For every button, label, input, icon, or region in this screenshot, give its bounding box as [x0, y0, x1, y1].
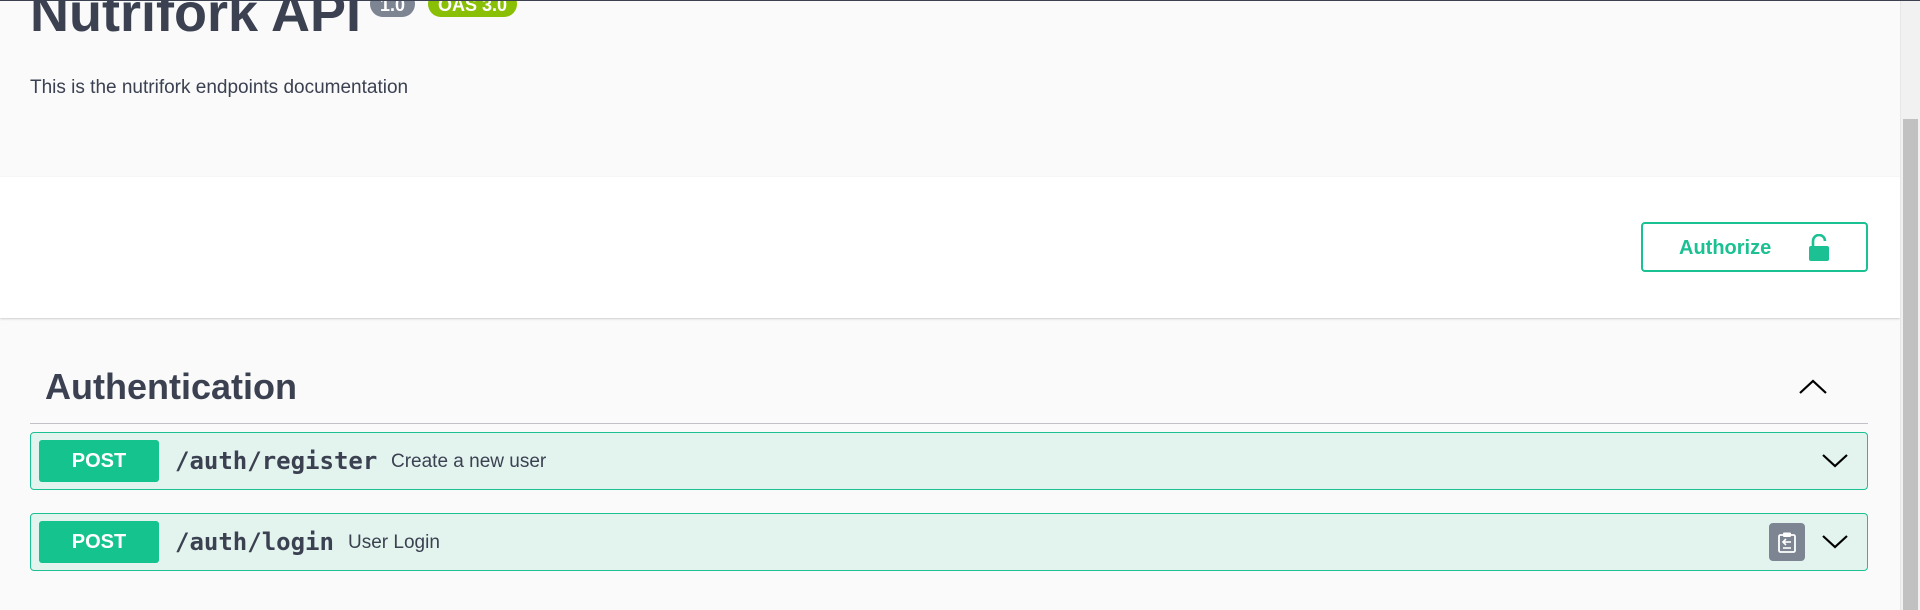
chevron-up-icon[interactable]	[1797, 371, 1829, 403]
vertical-scrollbar[interactable]	[1900, 1, 1920, 610]
api-title: Nutrifork API	[30, 1, 362, 43]
operation-summary: Create a new user	[391, 451, 547, 472]
main-content: Nutrifork API 1.0 OAS 3.0 This is the nu…	[0, 1, 1900, 610]
tag-section-authentication: Authentication	[30, 351, 1868, 424]
scrollbar-thumb[interactable]	[1903, 119, 1918, 610]
method-badge: POST	[39, 521, 159, 563]
operation-summary: User Login	[348, 532, 440, 553]
chevron-down-icon[interactable]	[1820, 527, 1850, 557]
api-info-section: Nutrifork API 1.0 OAS 3.0 This is the nu…	[0, 1, 1900, 177]
operation-path: /auth/register	[175, 447, 378, 475]
copy-to-clipboard-button[interactable]	[1769, 523, 1805, 561]
opblock-post-auth-register[interactable]: POST /auth/register Create a new user	[30, 432, 1868, 490]
authorize-button[interactable]: Authorize	[1641, 222, 1868, 272]
tag-title: Authentication	[45, 366, 297, 407]
chevron-down-icon[interactable]	[1820, 446, 1850, 476]
opblock-post-auth-login[interactable]: POST /auth/login User Login	[30, 513, 1868, 571]
api-description: This is the nutrifork endpoints document…	[30, 77, 409, 98]
tag-header-authentication[interactable]: Authentication	[30, 351, 1868, 424]
swagger-ui-page: Nutrifork API 1.0 OAS 3.0 This is the nu…	[0, 0, 1920, 610]
method-badge: POST	[39, 440, 159, 482]
scheme-container: Authorize	[0, 177, 1900, 318]
lock-icon	[1807, 233, 1831, 262]
authorize-label: Authorize	[1679, 237, 1772, 259]
clipboard-icon	[1778, 532, 1796, 553]
version-badge: 1.0	[370, 1, 416, 17]
operation-path: /auth/login	[175, 528, 334, 556]
oas-version-badge: OAS 3.0	[428, 1, 518, 17]
